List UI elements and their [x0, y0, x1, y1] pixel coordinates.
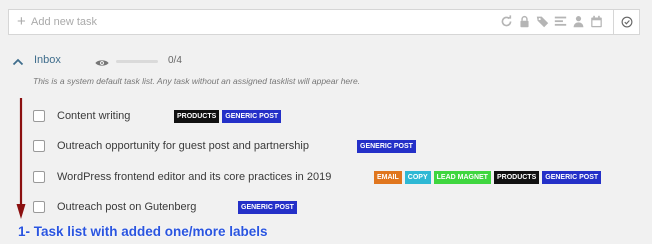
- priority-icon[interactable]: [554, 15, 567, 28]
- label-generic-post: GENERIC POST: [238, 201, 297, 214]
- task-checkbox[interactable]: [33, 110, 45, 122]
- eye-icon[interactable]: [95, 55, 109, 73]
- task-labels: EMAIL COPY LEAD MAGNET PRODUCTS GENERIC …: [374, 171, 602, 184]
- task-title[interactable]: WordPress frontend editor and its core p…: [57, 171, 331, 183]
- label-products: PRODUCTS: [493, 171, 540, 184]
- annotation-caption: 1- Task list with added one/more labels: [18, 224, 268, 239]
- task-labels: GENERIC POST: [238, 201, 297, 214]
- refresh-icon[interactable]: [500, 15, 513, 28]
- annotation-arrow-icon: [16, 98, 26, 219]
- tag-icon[interactable]: [536, 15, 549, 28]
- label-generic-post: GENERIC POST: [222, 110, 282, 123]
- chevron-up-icon[interactable]: [12, 54, 24, 72]
- task-title[interactable]: Outreach post on Gutenberg: [57, 201, 196, 213]
- task-count: 0/4: [168, 55, 182, 66]
- tasklist-header: Inbox 0/4: [10, 52, 310, 70]
- task-row: Content writing PRODUCTS GENERIC POST: [33, 108, 633, 126]
- label-lead-magnet: LEAD MAGNET: [433, 171, 491, 184]
- task-labels: GENERIC POST: [357, 140, 416, 153]
- lock-icon[interactable]: [518, 15, 531, 28]
- task-labels: PRODUCTS GENERIC POST: [174, 110, 282, 123]
- label-copy: COPY: [404, 171, 431, 184]
- tasklist-title[interactable]: Inbox: [34, 54, 61, 66]
- task-title[interactable]: Outreach opportunity for guest post and …: [57, 140, 309, 152]
- progress-bar: [116, 60, 158, 63]
- task-checkbox[interactable]: [33, 140, 45, 152]
- add-task-input[interactable]: [31, 10, 471, 34]
- label-generic-post: GENERIC POST: [357, 140, 416, 153]
- add-task-bar: +: [8, 9, 640, 35]
- task-checkbox[interactable]: [33, 201, 45, 213]
- task-row: Outreach post on Gutenberg GENERIC POST: [33, 199, 633, 217]
- check-circle-icon[interactable]: [613, 9, 639, 35]
- label-generic-post: GENERIC POST: [542, 171, 602, 184]
- task-row: Outreach opportunity for guest post and …: [33, 138, 633, 156]
- assign-icon[interactable]: [572, 15, 585, 28]
- task-title[interactable]: Content writing: [57, 110, 130, 122]
- plus-icon: +: [17, 13, 26, 30]
- task-row: WordPress frontend editor and its core p…: [33, 169, 633, 187]
- label-email: EMAIL: [374, 171, 402, 184]
- task-checkbox[interactable]: [33, 171, 45, 183]
- tasklist-description: This is a system default task list. Any …: [33, 76, 361, 86]
- calendar-icon[interactable]: [590, 15, 603, 28]
- task-toolbar: [500, 15, 603, 28]
- label-products: PRODUCTS: [174, 110, 220, 123]
